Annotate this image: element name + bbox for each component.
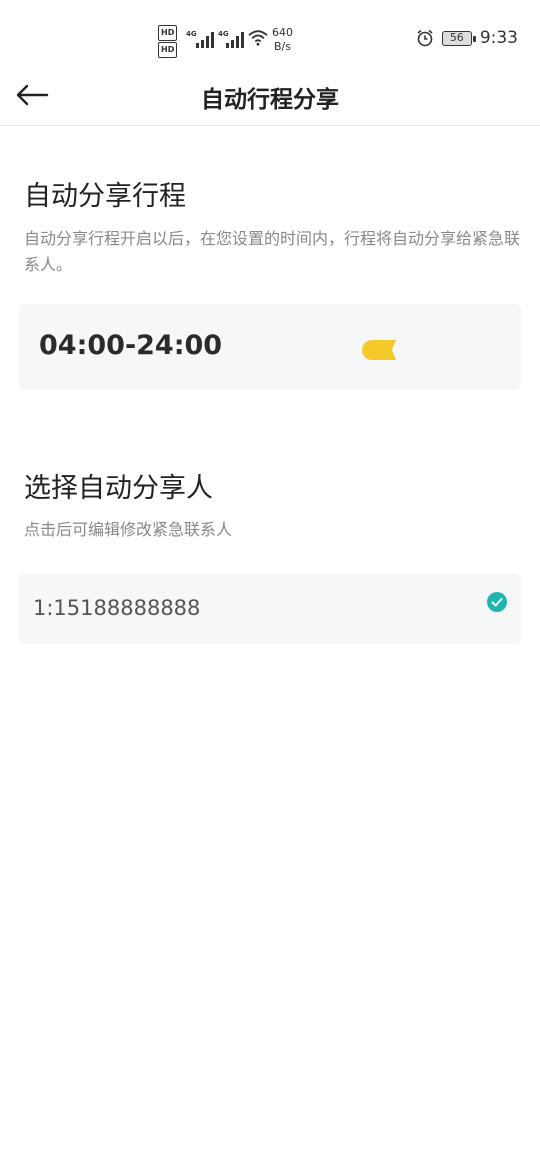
contact-card[interactable]: 1:15188888888 — [19, 574, 521, 644]
wifi-icon — [248, 30, 268, 46]
network-speed: 640 B/s — [272, 26, 293, 54]
battery-icon: 56 — [441, 30, 476, 46]
page-title: 自动行程分享 — [201, 87, 339, 113]
share-person-description: 点击后可编辑修改紧急联系人 — [24, 520, 233, 539]
auto-share-title: 自动分享行程 — [24, 181, 186, 212]
signal-icon — [226, 32, 244, 48]
contact-number[interactable]: 1:15188888888 — [33, 596, 200, 620]
speed-unit: B/s — [274, 40, 291, 53]
time-range[interactable]: 04:00-24:00 — [39, 330, 222, 361]
auto-share-description: 自动分享行程开启以后，在您设置的时间内，行程将自动分享给紧急联系人。 — [24, 229, 521, 274]
status-right: 56 9:33 — [416, 28, 518, 48]
check-circle-icon[interactable] — [487, 592, 507, 612]
hd-badge-2: HD — [158, 42, 178, 58]
status-bar: HD HD 4G 4G 640 B/s 56 9:33 — [0, 0, 540, 70]
nav-bar: 自动行程分享 — [0, 70, 540, 126]
clock: 9:33 — [479, 28, 518, 48]
auto-share-toggle[interactable] — [362, 340, 396, 360]
share-person-title: 选择自动分享人 — [24, 473, 213, 504]
hd-badge-1: HD — [158, 25, 178, 41]
time-range-card[interactable]: 04:00-24:00 — [19, 304, 521, 390]
alarm-icon — [417, 29, 433, 47]
hd-indicator: HD HD — [158, 25, 178, 59]
signal-icon — [196, 32, 214, 48]
speed-value: 640 — [272, 26, 293, 39]
